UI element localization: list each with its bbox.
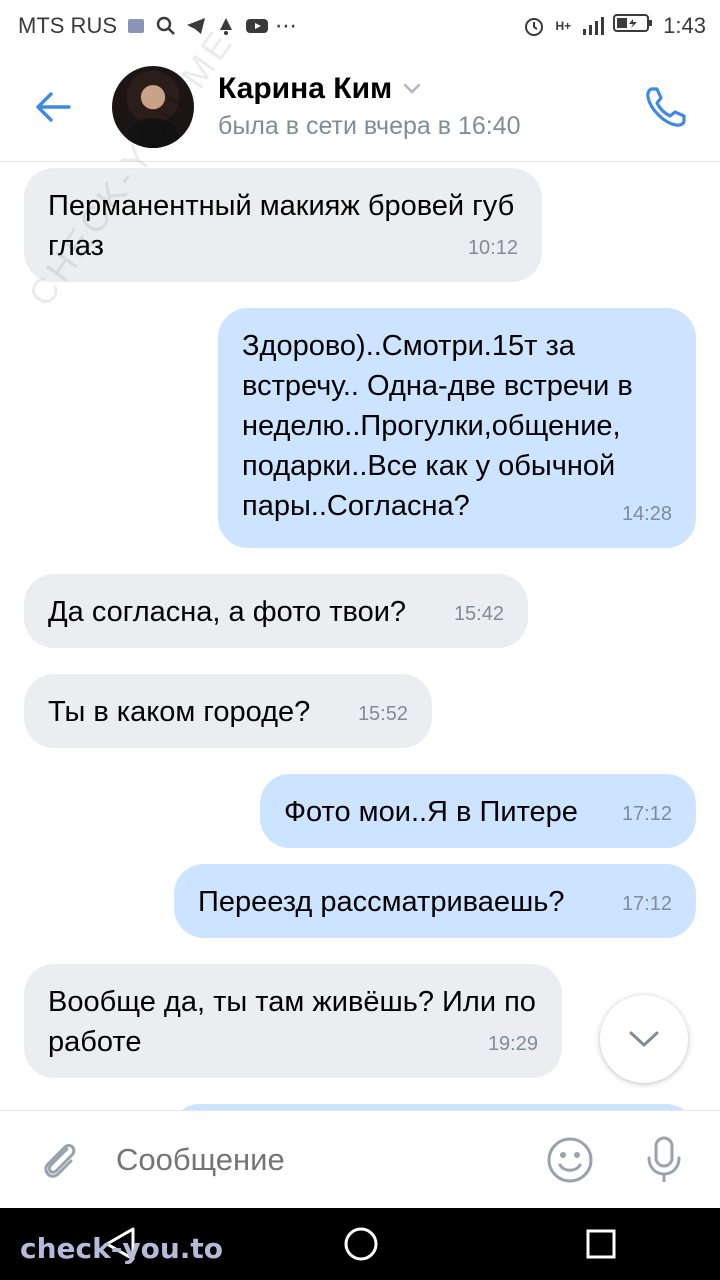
message-bubble-outgoing[interactable]: Здорово)..Смотри.15т за встречу.. Одна-д…: [218, 308, 696, 548]
message-bubble-outgoing[interactable]: Фото мои..Я в Питере 17:12: [260, 774, 696, 848]
message-input[interactable]: [116, 1141, 544, 1178]
message-bubble-outgoing[interactable]: Переезд рассматриваешь? 17:12: [174, 864, 696, 938]
more-notifications-icon: ⋯: [275, 13, 297, 38]
signal-icon: [581, 15, 605, 37]
message-time: 14:28: [621, 503, 672, 525]
paperclip-icon: [44, 1143, 76, 1178]
message-text: Ты в каком городе?: [48, 696, 311, 728]
alarm-notification-icon: [215, 15, 237, 37]
carrier-label: MTS RUS: [18, 13, 117, 38]
alarm-clock-icon: [523, 15, 545, 37]
message-text: Переезд рассматриваешь?: [198, 886, 565, 918]
chat-header: Карина Ким была в сети вчера в 16:40: [0, 52, 720, 162]
avatar[interactable]: [112, 65, 194, 148]
chevron-down-icon: [404, 83, 421, 94]
clock-label: 1:43: [663, 13, 706, 38]
status-bar: MTS RUS ⋯ H+ 1:43: [0, 0, 720, 52]
phone-icon: [646, 86, 686, 127]
message-bubble-incoming[interactable]: Вообще да, ты там живёшь? Или по работе …: [24, 964, 562, 1078]
recents-square-icon[interactable]: [585, 1228, 617, 1260]
network-type-label: H+: [555, 19, 572, 33]
arrow-left-icon: [36, 91, 71, 122]
microphone-icon: [647, 1136, 681, 1182]
message-time: 17:12: [621, 803, 672, 825]
message-time: 15:52: [357, 703, 408, 725]
contact-status: была в сети вчера в 16:40: [218, 112, 521, 140]
home-circle-icon[interactable]: [343, 1226, 379, 1262]
battery-icon: [613, 12, 653, 40]
scroll-down-button[interactable]: [600, 995, 688, 1083]
contact-info[interactable]: Карина Ким была в сети вчера в 16:40: [218, 72, 521, 141]
app-notification-icon: [125, 15, 147, 37]
message-text: Фото мои..Я в Питере: [284, 796, 578, 828]
message-time: 19:29: [487, 1033, 538, 1055]
call-button[interactable]: [640, 81, 692, 133]
message-time: 15:42: [453, 603, 504, 625]
youtube-icon: [245, 15, 268, 37]
chevron-down-icon: [629, 1031, 659, 1047]
message-text: Здорово)..Смотри.15т за встречу.. Одна-д…: [242, 330, 633, 522]
message-text: Да согласна, а фото твои?: [48, 596, 407, 628]
message-bubble-incoming[interactable]: Да согласна, а фото твои? 15:42: [24, 574, 528, 648]
message-list[interactable]: Перманентный макияж бровей губ глаз 10:1…: [0, 162, 720, 1110]
message-composer: [0, 1110, 720, 1208]
back-button[interactable]: [18, 72, 88, 142]
message-text: Перманентный макияж бровей губ глаз: [48, 190, 515, 262]
telegram-icon: [185, 15, 207, 37]
contact-name: Карина Ким: [218, 72, 393, 105]
smile-icon: [547, 1137, 593, 1182]
message-bubble-incoming[interactable]: Перманентный макияж бровей губ глаз 10:1…: [24, 168, 542, 282]
message-time: 17:12: [621, 893, 672, 915]
attach-button[interactable]: [30, 1130, 90, 1190]
watermark-text: check-you.to: [20, 1232, 224, 1265]
message-bubble-incoming[interactable]: Ты в каком городе? 15:52: [24, 674, 432, 748]
message-text: Вообще да, ты там живёшь? Или по работе: [48, 986, 536, 1058]
search-icon: [155, 15, 177, 37]
emoji-button[interactable]: [544, 1134, 596, 1186]
message-time: 10:12: [467, 237, 518, 259]
voice-message-button[interactable]: [638, 1134, 690, 1186]
